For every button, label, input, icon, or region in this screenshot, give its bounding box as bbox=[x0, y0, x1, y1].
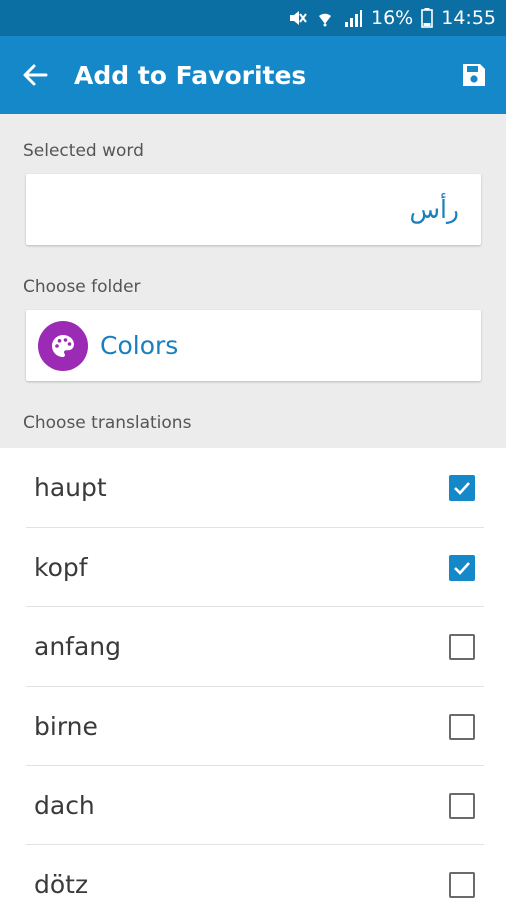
page-title: Add to Favorites bbox=[74, 60, 307, 90]
battery-icon bbox=[421, 8, 434, 28]
palette-icon bbox=[38, 320, 88, 371]
translation-label: dach bbox=[34, 791, 95, 820]
translation-label: birne bbox=[34, 712, 98, 741]
checkbox-birne[interactable] bbox=[449, 713, 475, 740]
status-bar: 16% 14:55 bbox=[0, 0, 506, 36]
selected-word-label: Selected word bbox=[23, 141, 144, 161]
signal-icon bbox=[343, 8, 363, 28]
checkbox-kopf[interactable] bbox=[449, 554, 475, 581]
checkbox-haupt[interactable] bbox=[449, 474, 475, 501]
clock: 14:55 bbox=[441, 7, 496, 29]
save-icon bbox=[463, 64, 485, 86]
translation-row-anfang[interactable]: anfang bbox=[0, 607, 506, 686]
choose-folder-label: Choose folder bbox=[23, 277, 141, 297]
checkbox-dach[interactable] bbox=[449, 792, 475, 819]
translation-row-haupt[interactable]: haupt bbox=[0, 448, 506, 527]
checkbox-anfang[interactable] bbox=[449, 633, 475, 660]
translation-row-kopf[interactable]: kopf bbox=[0, 528, 506, 607]
translation-row-dach[interactable]: dach bbox=[0, 766, 506, 845]
translations-list: haupt kopf anfang birne dach dötz bbox=[0, 448, 506, 900]
translation-label: kopf bbox=[34, 553, 88, 582]
arrow-left-icon bbox=[23, 64, 48, 86]
translation-label: haupt bbox=[34, 473, 107, 502]
back-button[interactable] bbox=[0, 36, 70, 114]
translation-row-birne[interactable]: birne bbox=[0, 687, 506, 766]
translation-label: dötz bbox=[34, 870, 89, 899]
app-bar: Add to Favorites bbox=[0, 36, 506, 114]
selected-word-value: رأس bbox=[409, 195, 459, 224]
save-button[interactable] bbox=[442, 36, 506, 114]
translation-row-dotz[interactable]: dötz bbox=[0, 845, 506, 900]
mute-icon bbox=[287, 8, 307, 28]
folder-selector[interactable]: Colors bbox=[26, 310, 481, 381]
check-icon bbox=[454, 561, 470, 575]
choose-translations-label: Choose translations bbox=[23, 413, 192, 433]
translation-label: anfang bbox=[34, 632, 121, 661]
wifi-icon bbox=[315, 8, 335, 28]
check-icon bbox=[454, 481, 470, 495]
battery-percent: 16% bbox=[371, 7, 414, 29]
checkbox-dotz[interactable] bbox=[449, 871, 475, 898]
selected-word-field: رأس bbox=[26, 174, 481, 245]
folder-name: Colors bbox=[100, 331, 179, 360]
